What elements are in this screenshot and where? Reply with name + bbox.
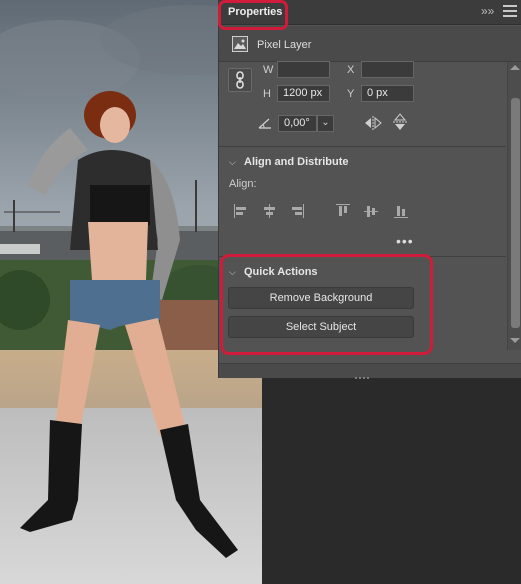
y-position-field[interactable]: 0 px bbox=[361, 85, 414, 102]
double-chevron-right-icon[interactable]: »» bbox=[481, 4, 497, 20]
height-label: H bbox=[263, 88, 271, 100]
align-label: Align: bbox=[229, 178, 257, 190]
width-label: W bbox=[263, 64, 274, 76]
x-position-field[interactable] bbox=[361, 61, 414, 78]
align-top-edges-icon[interactable] bbox=[336, 204, 350, 218]
chain-link-icon bbox=[236, 71, 244, 89]
select-subject-button[interactable]: Select Subject bbox=[228, 316, 414, 338]
chevron-down-icon[interactable]: ⌵ bbox=[229, 267, 236, 278]
layer-type-label: Pixel Layer bbox=[257, 39, 312, 51]
scroll-thumb[interactable] bbox=[511, 98, 520, 328]
align-distribute-title[interactable]: Align and Distribute bbox=[244, 156, 349, 168]
flip-horizontal-icon[interactable] bbox=[364, 115, 382, 131]
panel-header: Properties »» bbox=[219, 0, 521, 25]
scroll-up-arrow-icon[interactable] bbox=[510, 65, 520, 70]
angle-icon bbox=[258, 118, 271, 129]
pixel-layer-icon bbox=[232, 36, 248, 52]
quick-actions-title[interactable]: Quick Actions bbox=[244, 266, 318, 278]
chevron-down-icon[interactable]: ⌄ bbox=[317, 115, 334, 132]
align-vertical-centers-icon[interactable] bbox=[364, 204, 378, 218]
link-dimensions-button[interactable] bbox=[228, 68, 252, 92]
y-label: Y bbox=[347, 88, 355, 100]
align-right-edges-icon[interactable] bbox=[290, 204, 304, 218]
panel-resize-grip[interactable] bbox=[355, 370, 379, 379]
hamburger-menu-icon[interactable] bbox=[503, 5, 517, 19]
height-field[interactable]: 1200 px bbox=[277, 85, 330, 102]
align-horizontal-centers-icon[interactable] bbox=[262, 204, 276, 218]
section-divider bbox=[219, 256, 506, 257]
layer-type-row: Pixel Layer bbox=[219, 26, 521, 62]
rotation-angle-field[interactable]: 0,00° bbox=[278, 115, 317, 132]
panel-scrollbar[interactable] bbox=[507, 62, 521, 350]
more-options-icon[interactable]: ••• bbox=[396, 234, 413, 248]
remove-background-button[interactable]: Remove Background bbox=[228, 287, 414, 309]
width-field[interactable] bbox=[277, 61, 330, 78]
panel-title-properties[interactable]: Properties bbox=[228, 6, 282, 18]
section-divider bbox=[219, 146, 506, 147]
properties-panel: Properties »» Pixel Layer W X H 1200 px … bbox=[218, 0, 521, 379]
align-left-edges-icon[interactable] bbox=[234, 204, 248, 218]
align-bottom-edges-icon[interactable] bbox=[394, 204, 408, 218]
chevron-down-icon[interactable]: ⌵ bbox=[229, 157, 236, 168]
flip-vertical-icon[interactable] bbox=[392, 113, 408, 131]
scroll-down-arrow-icon[interactable] bbox=[510, 338, 520, 343]
x-label: X bbox=[347, 64, 355, 76]
